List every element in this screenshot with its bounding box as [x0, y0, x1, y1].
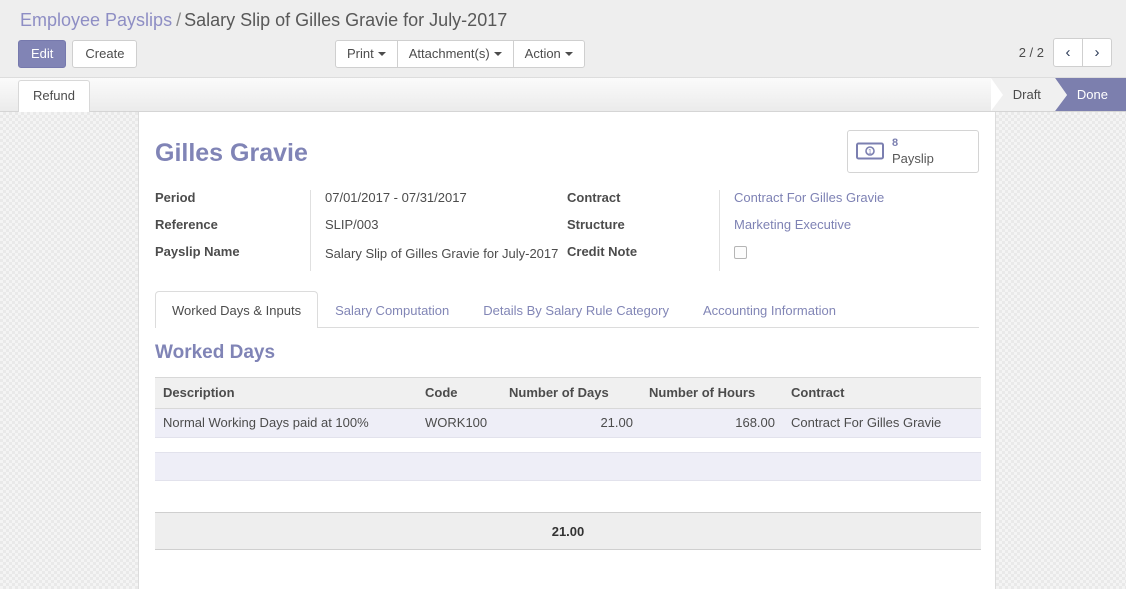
table-spacer-cell: [155, 437, 981, 453]
field-label-payslip-name: Payslip Name: [155, 244, 240, 259]
column-header-number-of-days[interactable]: Number of Days: [501, 377, 641, 409]
table-gap-cell: [155, 480, 981, 513]
status-bar-buttons: Refund: [18, 80, 90, 112]
column-header-contract[interactable]: Contract: [783, 377, 981, 409]
money-icon: 1: [856, 141, 884, 161]
pager: 2 / 2 ‹ ›: [1019, 38, 1112, 67]
print-label: Print: [347, 46, 374, 61]
create-button[interactable]: Create: [72, 40, 138, 68]
left-labels: Period Reference Payslip Name: [155, 190, 310, 271]
section-title-worked-days: Worked Days: [155, 342, 276, 363]
svg-text:1: 1: [868, 149, 872, 156]
right-labels: Contract Structure Credit Note: [567, 190, 719, 271]
table-add-a-line-row[interactable]: [155, 452, 981, 481]
field-label-credit-note: Credit Note: [567, 244, 638, 259]
field-group-left: Period Reference Payslip Name 07/01/2017…: [155, 190, 567, 271]
pager-next-icon[interactable]: ›: [1082, 38, 1112, 67]
payslip-count: 8: [892, 137, 899, 149]
tab-worked-days-and-inputs[interactable]: Worked Days & Inputs: [155, 291, 319, 328]
payslip-stat-button[interactable]: 1 8 Payslip: [847, 130, 979, 173]
form-sheet: 1 8 Payslip Gilles Gravie Period Referen…: [138, 112, 996, 589]
right-values: Contract For Gilles Gravie Marketing Exe…: [719, 190, 979, 271]
table-spacer-row: [155, 437, 981, 453]
field-label-structure: Structure: [567, 217, 625, 232]
column-header-number-of-hours[interactable]: Number of Hours: [641, 377, 783, 409]
breadcrumb: Employee Payslips / Salary Slip of Gilles …: [0, 0, 1126, 31]
pager-counter: 2 / 2: [1018, 45, 1044, 60]
field-value-reference[interactable]: SLIP/003: [325, 217, 567, 244]
tab-accounting-information[interactable]: Accounting Information: [686, 291, 853, 328]
column-header-code[interactable]: Code: [417, 377, 501, 409]
table-header-row: Description Code Number of Days Number o…: [155, 377, 981, 409]
status-bar-row: Refund Draft Done: [0, 78, 1126, 112]
status-pipeline: Draft Done: [990, 78, 1126, 111]
attachments-label: Attachment(s): [408, 46, 490, 61]
form-canvas: 1 8 Payslip Gilles Gravie Period Referen…: [0, 112, 1126, 589]
credit-note-checkbox[interactable]: [734, 246, 747, 259]
chevron-down-icon: [564, 52, 573, 56]
table-row[interactable]: Normal Working Days paid at 100% WORK100…: [155, 408, 981, 438]
table-total-row: 21.00: [155, 512, 981, 550]
print-dropdown-button[interactable]: Print: [335, 40, 398, 68]
breadcrumb-root-link[interactable]: Employee Payslips: [20, 10, 172, 30]
left-values: 07/01/2017 - 07/31/2017 SLIP/003 Salary …: [310, 190, 567, 271]
refund-button[interactable]: Refund: [18, 80, 90, 112]
table-gap-row: [155, 480, 981, 513]
field-value-period[interactable]: 07/01/2017 - 07/31/2017: [325, 190, 567, 217]
field-value-contract[interactable]: Contract For Gilles Gravie: [734, 190, 979, 217]
field-value-credit-note: [734, 244, 979, 271]
field-label-contract: Contract: [567, 190, 621, 205]
table-body: Normal Working Days paid at 100% WORK100…: [155, 408, 981, 550]
table-header: Description Code Number of Days Number o…: [155, 377, 981, 409]
cell-contract[interactable]: Contract For Gilles Gravie: [783, 408, 981, 438]
total-number-of-days: 21.00: [155, 512, 981, 550]
notebook-tabs: Worked Days & Inputs Salary Computation …: [155, 291, 979, 328]
payslip-stat-label: Payslip: [892, 151, 934, 166]
action-label: Action: [524, 46, 561, 61]
chevron-down-icon: [377, 52, 386, 56]
pager-buttons: ‹ ›: [1053, 38, 1112, 67]
status-state-done[interactable]: Done: [1054, 78, 1126, 111]
toolbar-dropdowns: Print Attachment(s) Action: [335, 40, 585, 68]
field-label-reference: Reference: [155, 217, 218, 232]
control-panel: Employee Payslips / Salary Slip of Gilles …: [0, 0, 1126, 78]
field-value-structure[interactable]: Marketing Executive: [734, 217, 979, 244]
notebook: Worked Days & Inputs Salary Computation …: [155, 291, 981, 550]
field-group-right: Contract Structure Credit Note Contract …: [567, 190, 979, 271]
cell-number-of-days[interactable]: 21.00: [501, 408, 641, 438]
chevron-down-icon: [493, 52, 502, 56]
field-label-period: Period: [155, 190, 196, 205]
stat-button-text: 8 Payslip: [892, 137, 934, 165]
field-groups: Period Reference Payslip Name 07/01/2017…: [155, 190, 979, 271]
attachments-dropdown-button[interactable]: Attachment(s): [396, 40, 514, 68]
tab-pane-worked-days: Worked Days Description Code Number of D…: [155, 328, 981, 550]
cell-code[interactable]: WORK100: [417, 408, 501, 438]
record-action-buttons: Edit Create: [18, 40, 138, 68]
cell-number-of-hours[interactable]: 168.00: [641, 408, 783, 438]
column-header-description[interactable]: Description: [155, 377, 417, 409]
breadcrumb-current: Salary Slip of Gilles Gravie for July-20…: [184, 10, 508, 30]
action-dropdown-button[interactable]: Action: [512, 40, 585, 68]
edit-button[interactable]: Edit: [18, 40, 67, 68]
cell-description[interactable]: Normal Working Days paid at 100%: [155, 408, 417, 438]
status-state-draft[interactable]: Draft: [990, 78, 1068, 111]
tab-salary-computation[interactable]: Salary Computation: [318, 291, 466, 328]
worked-days-table: Description Code Number of Days Number o…: [155, 377, 981, 550]
table-add-a-line-cell[interactable]: [155, 452, 981, 481]
tab-details-by-salary-rule-category[interactable]: Details By Salary Rule Category: [466, 291, 686, 328]
breadcrumb-separator: /: [176, 10, 182, 30]
pager-previous-icon[interactable]: ‹: [1053, 38, 1083, 67]
field-value-payslip-name[interactable]: Salary Slip of Gilles Gravie for July-20…: [325, 244, 567, 271]
